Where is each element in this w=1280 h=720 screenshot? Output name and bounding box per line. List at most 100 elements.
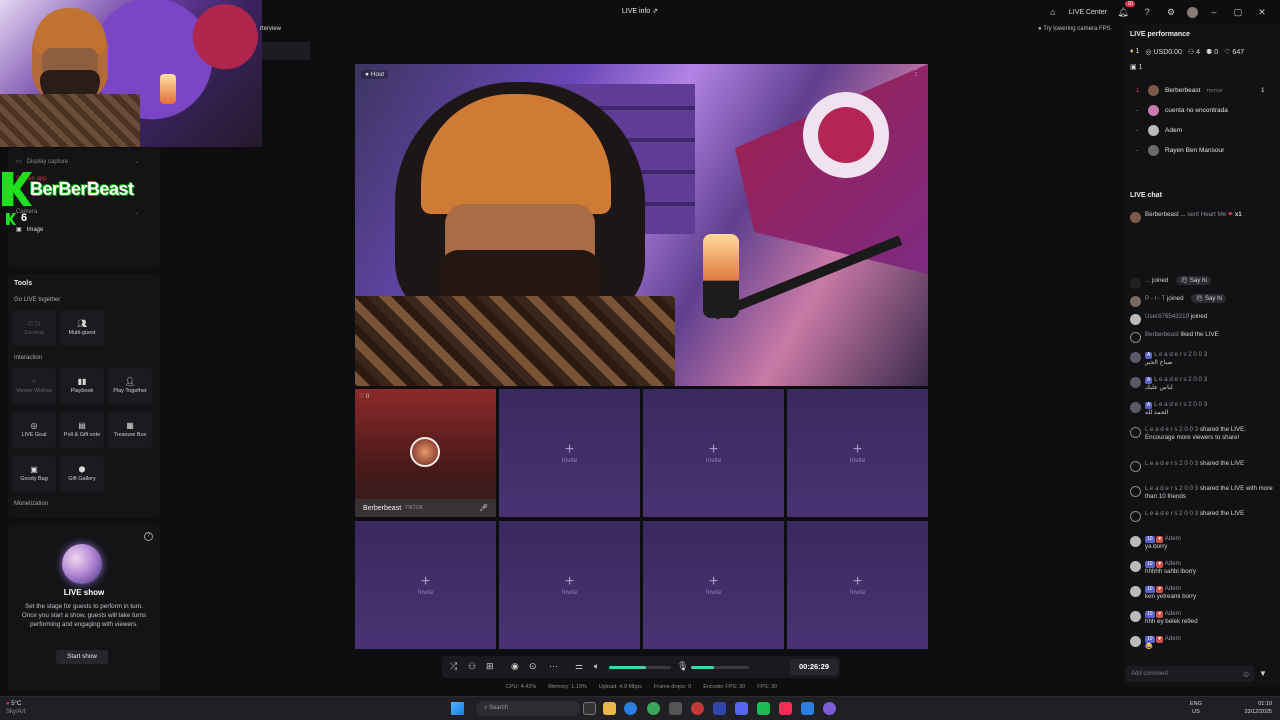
help-circle-icon[interactable]: ? <box>144 532 153 541</box>
tool-goody-bag[interactable]: ▣ Goody Bag <box>12 456 56 492</box>
top-viewer-row[interactable]: - cuenta no encontrada <box>1136 105 1228 116</box>
language-indicator[interactable]: ENG US <box>1190 700 1202 716</box>
bell-icon[interactable]: 🔔︎ 10 <box>1115 1 1135 20</box>
invite-tile[interactable]: + Invite <box>643 521 784 649</box>
level-badge: 10 <box>1145 561 1155 568</box>
top-viewer-row[interactable]: - Rayen Ben Mansour <box>1136 145 1224 156</box>
speaker-volume-slider[interactable] <box>609 666 671 669</box>
tiktok-icon[interactable] <box>779 702 792 715</box>
mic-icon[interactable]: 🎤︎ <box>479 504 488 512</box>
viewer-rank: - <box>1136 147 1138 154</box>
settings-sliders-icon[interactable]: ⚌ <box>575 661 583 672</box>
invite-tile[interactable]: + Invite <box>643 389 784 517</box>
plus-icon: + <box>852 440 863 458</box>
app-icon[interactable] <box>669 702 682 715</box>
say-hi-button[interactable]: 👋︎ Say hi <box>1176 276 1211 285</box>
tool-play-together[interactable]: 👤︎ Play Together <box>108 368 152 404</box>
live-center-link[interactable]: LIVE Center <box>1069 9 1107 16</box>
plus-icon: + <box>708 440 719 458</box>
share-icon <box>1130 461 1141 472</box>
interaction-label: Interaction <box>14 355 43 361</box>
tool-multi-guest[interactable]: 👥︎ Multi-guest <box>60 310 104 346</box>
discord-icon[interactable] <box>735 702 748 715</box>
close-icon[interactable]: ✕ <box>1254 4 1270 20</box>
start-show-button[interactable]: Start show <box>56 650 108 664</box>
window-title-text[interactable]: LIVE info <box>622 8 650 15</box>
top-viewer-row[interactable]: - Adem <box>1136 125 1182 136</box>
pinned-text: sent Heart Me <box>1187 211 1227 218</box>
taskbar-search[interactable]: ⌕ Search <box>476 701 580 716</box>
filter-funnel-icon[interactable]: ▼ <box>1259 669 1267 678</box>
chevron-down-icon[interactable]: ⌄ <box>134 158 139 165</box>
screenshot-icon[interactable]: ⊙ <box>529 661 537 672</box>
coin-icon: ◎ <box>1145 49 1152 56</box>
share-icon <box>1130 511 1141 522</box>
tool-label: Poll & Gift vote <box>63 431 101 438</box>
invite-tile[interactable]: + Invite <box>787 521 928 649</box>
chevron-down-icon[interactable]: ⌄ <box>134 209 139 216</box>
memory-stat: Memory: 1.19% <box>548 684 587 690</box>
file-explorer-icon[interactable] <box>603 702 616 715</box>
comment-input[interactable]: Add comment <box>1126 666 1254 682</box>
source-image[interactable]: ▣ Image <box>16 226 43 234</box>
upload-stat: Upload: 4.9 Mbps <box>598 684 642 690</box>
speaker-icon[interactable]: 🔈︎ <box>594 661 599 672</box>
stat-diamond-value: 1 <box>1135 48 1140 55</box>
effects-icon[interactable]: ⤮ <box>450 661 457 672</box>
emoji-icon[interactable]: ☺ <box>1242 670 1250 679</box>
chat-text: ya borry <box>1145 543 1168 550</box>
clock[interactable]: 01:10 23/12/2025 <box>1244 700 1272 716</box>
more-icon[interactable]: ⋮ <box>912 68 920 77</box>
tool-live-goal[interactable]: ◎ LIVE Goal <box>12 412 56 448</box>
app-icon[interactable] <box>713 702 726 715</box>
chat-user: Adem <box>1164 535 1181 542</box>
avatar <box>1148 105 1159 116</box>
tool-poll-gift-vote[interactable]: ▤ Poll & Gift vote <box>60 412 104 448</box>
more-options-icon[interactable]: ⋯ <box>549 661 558 672</box>
source-display-capture[interactable]: ▭ Display capture ⌄ <box>16 158 139 166</box>
tool-co-host[interactable]: ⊂⊃ Co-host <box>12 310 56 346</box>
chat-message: L e a d e r s 2 0 0 3 shared the LIVE. E… <box>1130 426 1276 442</box>
edge-icon[interactable] <box>624 702 637 715</box>
tool-treasure-box[interactable]: ▦ Treasure Box <box>108 412 152 448</box>
host-video[interactable]: ● Host ⋮ <box>355 64 928 386</box>
help-icon[interactable]: ? <box>1139 4 1155 20</box>
invite-tile[interactable]: + Invite <box>499 389 640 517</box>
weather-temp: 5°C <box>11 701 22 707</box>
person-icon: 👤︎ <box>124 376 136 386</box>
chrome-icon[interactable] <box>647 702 660 715</box>
stat-likes: ♡ 647 <box>1224 48 1244 56</box>
maximize-icon[interactable]: ▢ <box>1230 4 1246 20</box>
guest-tile[interactable]: ♡ 0 Berberbeast TIKTOK 🎤︎ <box>355 389 496 517</box>
tool-gift-gallery[interactable]: ⬢ Gift Gallery <box>60 456 104 492</box>
minimize-icon[interactable]: – <box>1206 4 1222 20</box>
task-view-icon[interactable] <box>583 702 596 715</box>
gear-icon[interactable]: ⚙ <box>1163 4 1179 20</box>
filter-icon[interactable]: ⚇ <box>468 661 476 672</box>
profile-avatar[interactable] <box>1187 6 1198 18</box>
record-icon[interactable]: ◉ <box>511 661 519 672</box>
plus-icon: + <box>852 572 863 590</box>
windows-start-icon[interactable] <box>451 702 464 715</box>
invite-tile[interactable]: + Invite <box>499 521 640 649</box>
layout-icon[interactable]: ⊞ <box>486 661 494 672</box>
tool-playbook[interactable]: ▮▮ Playbook <box>60 368 104 404</box>
app-icon[interactable] <box>801 702 814 715</box>
microphone-icon[interactable]: 🎙︎ <box>677 661 688 672</box>
app-icon[interactable] <box>757 702 770 715</box>
invite-tile[interactable]: + Invite <box>355 521 496 649</box>
viewers-icon: ⚇ <box>1187 49 1195 56</box>
mic-volume-slider[interactable] <box>691 666 749 669</box>
level-badge: 10 <box>1145 611 1155 618</box>
app-icon[interactable] <box>823 702 836 715</box>
top-viewer-row[interactable]: 1 Berberbeast TIKTOK 1 <box>1136 85 1265 96</box>
stat-likes-value: 647 <box>1232 49 1245 56</box>
say-hi-button[interactable]: 👋︎ Say hi <box>1191 294 1227 303</box>
share-icon[interactable]: ⇗ <box>652 8 658 15</box>
video-mic-arm <box>713 235 903 320</box>
app-icon[interactable] <box>691 702 704 715</box>
tool-viewer-wishes[interactable]: ✧ Viewer Wishes <box>12 368 56 404</box>
chat-user: L e a d e r s 2 0 0 3 <box>1145 460 1199 467</box>
weather-widget[interactable]: ● 5°C Sky/Art <box>6 700 25 716</box>
invite-tile[interactable]: + Invite <box>787 389 928 517</box>
